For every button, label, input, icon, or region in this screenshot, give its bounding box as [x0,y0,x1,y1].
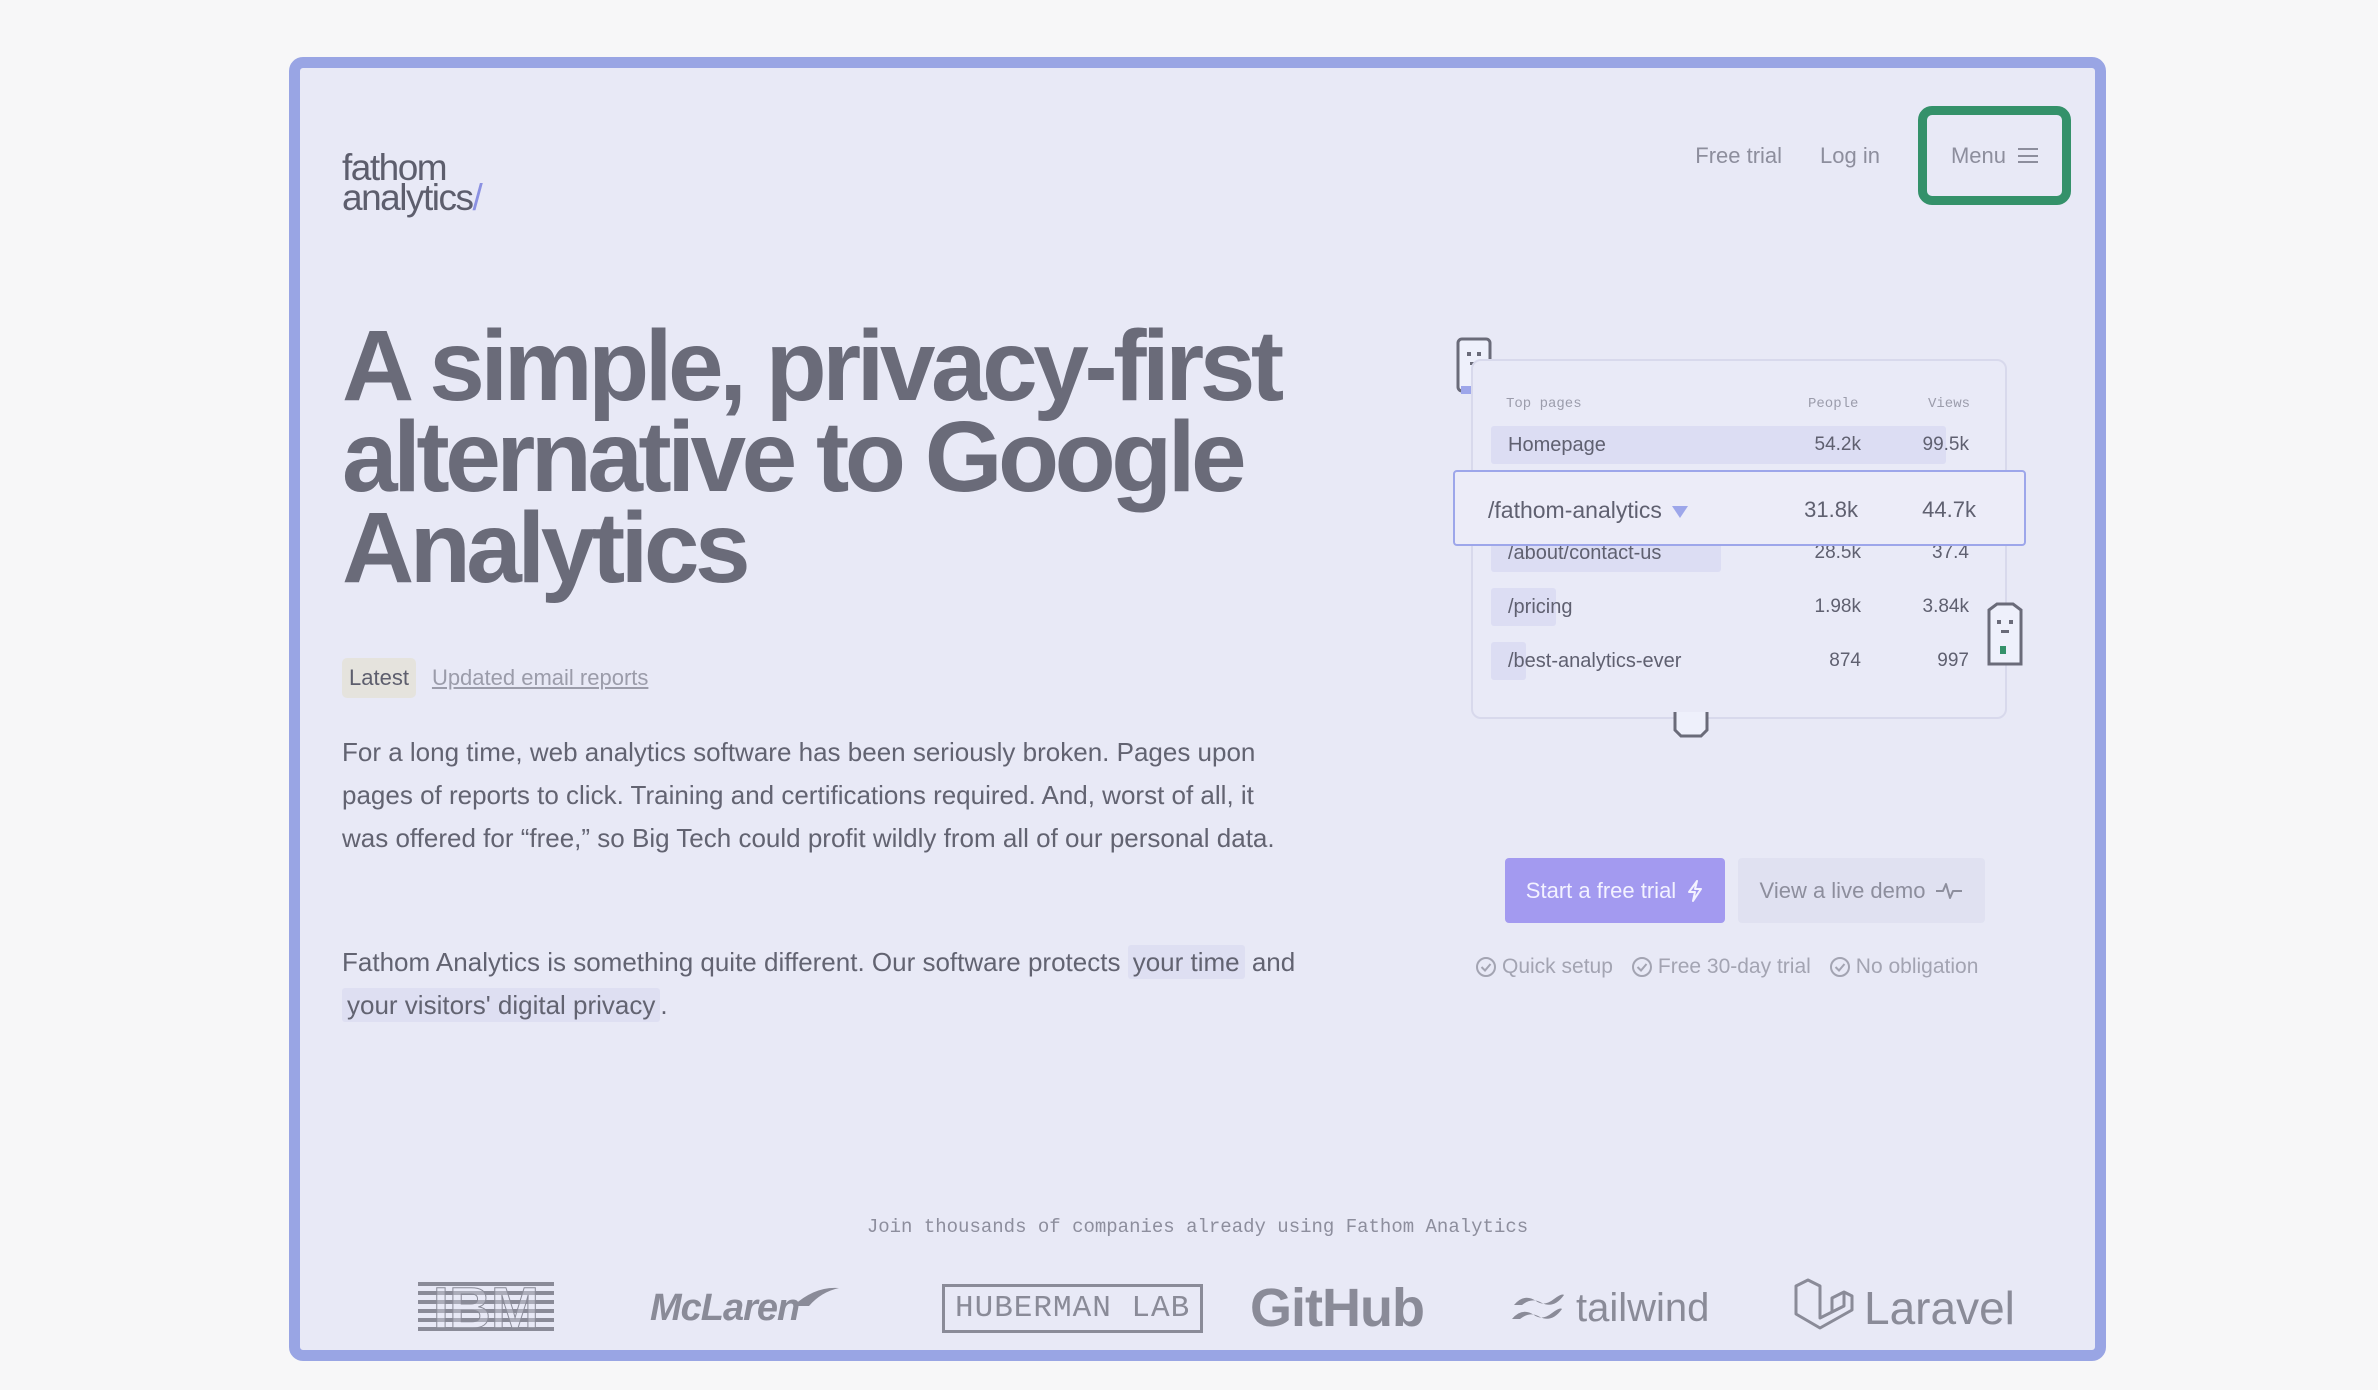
row-people: 874 [1829,650,1861,671]
start-free-trial-button[interactable]: Start a free trial [1505,858,1725,923]
p2-start: Fathom Analytics is something quite diff… [342,947,1121,977]
widget-row-active[interactable]: /fathom-analytics 31.8k 44.7k [1453,470,2026,546]
check-circle-icon [1829,957,1850,977]
widget-row[interactable]: /best-analytics-ever 874 997 [1491,642,1991,680]
row-page: /best-analytics-ever [1508,650,1682,672]
menu-button[interactable]: Menu [1918,106,2071,205]
check-item: No obligation [1829,955,1979,979]
check-circle-icon [1476,957,1496,977]
row-page: /pricing [1508,596,1573,618]
highlight-your-time: your time [1127,945,1245,979]
check-label: No obligation [1855,955,1979,978]
huberman-lab-logo: HUBERMAN LAB [942,1268,1204,1348]
feature-checks: Quick setup Free 30-day trial No obligat… [1475,955,1978,979]
ibm-logo: IBM IBM [418,1268,554,1348]
view-live-demo-button[interactable]: View a live demo [1738,858,1985,923]
col-views: Views [1928,396,1971,412]
check-item: Free 30-day trial [1631,955,1811,979]
mascot-icon [1987,602,2023,666]
intro-paragraph: For a long time, web analytics software … [342,737,1275,853]
top-nav: Free trial Log in Menu [1695,106,2071,205]
row-people: 54.2k [1814,434,1861,455]
check-label: Free 30-day trial [1657,955,1811,978]
lightning-icon [1688,879,1703,902]
logo-line2: analytics [342,177,474,218]
latest-badge: Latest [342,658,416,698]
col-people: People [1808,396,1859,412]
check-circle-icon [1631,957,1652,977]
customer-logos: IBM IBM McLaren HUBERMAN LAB GitHub tail… [400,1268,2020,1348]
mascot-icon [1673,712,1709,738]
highlight-digital-privacy: your visitors' digital privacy [342,988,661,1022]
active-row-people: 31.8k [1804,497,1858,522]
updated-email-reports-link[interactable]: Updated email reports [432,665,648,691]
p2-mid: and [1251,947,1296,977]
difference-paragraph: Fathom Analytics is something quite diff… [342,941,1302,1027]
svg-text:IBM: IBM [433,1280,539,1336]
logo[interactable]: fathom analytics/ [342,149,483,216]
active-row-page: /fathom-analytics [1488,491,1688,529]
row-people: 1.98k [1814,596,1861,617]
check-label: Quick setup [1502,955,1613,978]
row-views: 997 [1937,650,1969,671]
hamburger-icon [2018,148,2039,163]
browser-frame: fathom analytics/ Free trial Log in Menu… [289,57,2106,1361]
widget-row[interactable]: Homepage 54.2k 99.5k [1491,426,1991,464]
col-top-pages: Top pages [1506,396,1582,412]
tailwind-logo: tailwind [1510,1268,1709,1348]
logo-slash: / [472,177,482,218]
social-proof-heading: Join thousands of companies already usin… [866,1216,1529,1238]
page-title: A simple, privacy-first alternative to G… [342,310,1284,604]
row-views: 99.5k [1922,434,1969,455]
menu-label: Menu [1950,142,2007,168]
pulse-icon [1936,882,1963,899]
github-logo: GitHub [1250,1278,1425,1338]
mclaren-logo: McLaren [650,1268,841,1348]
start-free-trial-label: Start a free trial [1525,877,1677,903]
title-line-1: A simple, privacy-first [342,310,1284,422]
row-views: 3.84k [1922,596,1969,617]
title-line-2: alternative to Google [342,401,1247,513]
title-line-3: Analytics [342,492,751,604]
active-row-views: 44.7k [1922,497,1976,522]
check-item: Quick setup [1475,955,1613,979]
log-in-link[interactable]: Log in [1820,143,1880,169]
widget-row[interactable]: /pricing 1.98k 3.84k [1491,588,1991,626]
laravel-logo: Laravel [1790,1268,2015,1348]
filter-triangle-icon [1671,505,1688,518]
row-page: Homepage [1508,434,1606,456]
view-live-demo-label: View a live demo [1759,877,1926,903]
latest-announcement: Latest Updated email reports [342,658,648,698]
free-trial-link[interactable]: Free trial [1695,143,1782,169]
p2-end: . [660,990,668,1020]
